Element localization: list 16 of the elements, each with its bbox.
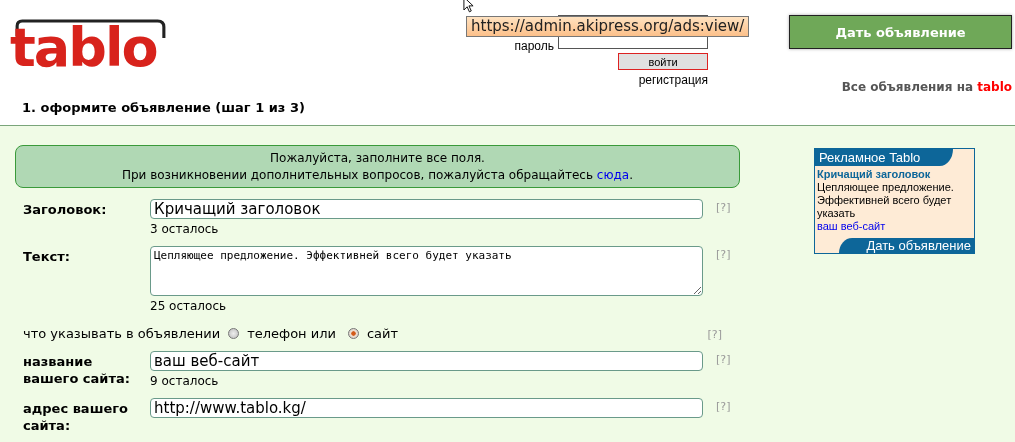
password-label: пароль	[514, 40, 554, 52]
field-label: что указывать в объявлении	[23, 326, 221, 341]
ad-title: Рекламное Tablo	[815, 149, 953, 166]
field-label: Заголовок:	[22, 201, 108, 219]
ad-headline: Кричащий заголовок	[817, 168, 932, 181]
field-label: Текст:	[22, 248, 71, 266]
field-label: название вашего сайта:	[22, 353, 131, 388]
ad-text: Цепляющее предложение. Эффективней всего будет указать	[817, 181, 955, 220]
remaining-count: 9 осталось	[150, 374, 220, 388]
url-tooltip: https://admin.akipress.org/ads:view/	[466, 16, 750, 37]
notice-text: Пожалуйста, заполните все поля.	[269, 150, 486, 167]
remaining-count: 3 осталось	[150, 222, 220, 236]
remaining-count: 25 осталось	[150, 299, 228, 313]
step-title: 1. оформите объявление (шаг 1 из 3)	[0, 100, 1015, 126]
notice-text: При возникновении дополнительных вопросов, пожалуйста обращайтесь сюда.	[120, 167, 635, 184]
field-label: адрес вашего сайта:	[22, 400, 129, 434]
